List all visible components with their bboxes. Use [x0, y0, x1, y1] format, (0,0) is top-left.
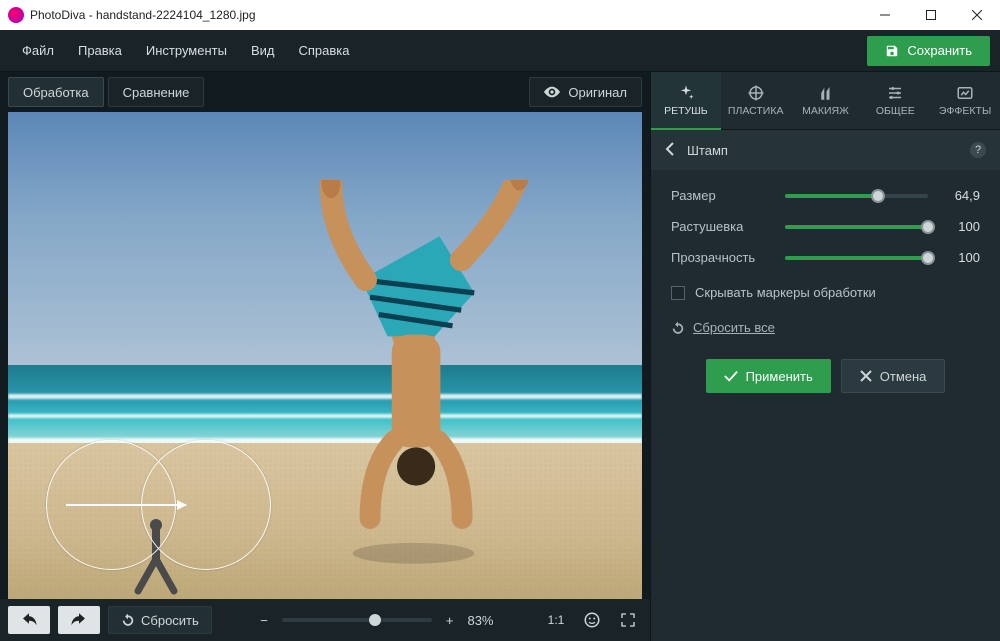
- minimize-button[interactable]: [862, 0, 908, 30]
- person-figure: [274, 180, 553, 579]
- tooltab-liquify-label: ПЛАСТИКА: [728, 105, 784, 117]
- tooltab-retouch[interactable]: РЕТУШЬ: [651, 72, 721, 130]
- tooltab-liquify[interactable]: ПЛАСТИКА: [721, 72, 791, 130]
- tooltab-retouch-label: РЕТУШЬ: [664, 105, 708, 117]
- undo-icon: [20, 613, 38, 627]
- menu-tools[interactable]: Инструменты: [134, 30, 239, 72]
- reset-all-link[interactable]: Сбросить все: [671, 320, 980, 335]
- original-label: Оригинал: [568, 85, 627, 100]
- title-bar: PhotoDiva - handstand-2224104_1280.jpg: [0, 0, 1000, 30]
- original-button[interactable]: Оригинал: [529, 77, 642, 107]
- save-label: Сохранить: [907, 43, 972, 58]
- canvas-viewport[interactable]: [8, 112, 642, 599]
- menu-file[interactable]: Файл: [10, 30, 66, 72]
- tab-compare[interactable]: Сравнение: [108, 77, 205, 107]
- fullscreen-button[interactable]: [614, 606, 642, 634]
- panel-title: Штамп: [687, 143, 728, 158]
- window-title: PhotoDiva - handstand-2224104_1280.jpg: [30, 8, 256, 22]
- effects-icon: [956, 84, 974, 102]
- redo-button[interactable]: [58, 606, 100, 634]
- menu-help[interactable]: Справка: [286, 30, 361, 72]
- apply-label: Применить: [746, 369, 813, 384]
- feather-slider[interactable]: [785, 225, 928, 229]
- fullscreen-icon: [620, 612, 636, 628]
- undo-button[interactable]: [8, 606, 50, 634]
- check-icon: [724, 370, 738, 382]
- opacity-label: Прозрачность: [671, 250, 773, 265]
- reset-label: Сбросить: [141, 613, 199, 628]
- feather-value: 100: [940, 219, 980, 234]
- panel-back-button[interactable]: [665, 142, 675, 159]
- menu-view[interactable]: Вид: [239, 30, 287, 72]
- apply-button[interactable]: Применить: [706, 359, 831, 393]
- zoom-slider[interactable]: [282, 618, 432, 622]
- save-button[interactable]: Сохранить: [867, 36, 990, 66]
- tab-process[interactable]: Обработка: [8, 77, 104, 107]
- feather-label: Растушевка: [671, 219, 773, 234]
- tooltab-makeup-label: МАКИЯЖ: [802, 105, 849, 117]
- cancel-label: Отмена: [880, 369, 927, 384]
- eye-icon: [544, 86, 560, 98]
- hide-markers-checkbox[interactable]: Скрывать маркеры обработки: [671, 285, 980, 300]
- reset-all-label: Сбросить все: [693, 320, 775, 335]
- zoom-in-button[interactable]: +: [446, 613, 454, 628]
- photo: [8, 112, 642, 599]
- menu-edit[interactable]: Правка: [66, 30, 134, 72]
- opacity-value: 100: [940, 250, 980, 265]
- bystander-figure: [128, 517, 184, 597]
- one-to-one-button[interactable]: 1:1: [542, 606, 570, 634]
- size-value: 64,9: [940, 188, 980, 203]
- app-logo-icon: [8, 7, 24, 23]
- reset-icon: [671, 321, 685, 335]
- close-icon: [860, 370, 872, 382]
- redo-icon: [70, 613, 88, 627]
- chevron-left-icon: [665, 142, 675, 156]
- face-icon: [583, 611, 601, 629]
- target-icon: [747, 84, 765, 102]
- tooltab-effects[interactable]: ЭФФЕКТЫ: [930, 72, 1000, 130]
- zoom-out-button[interactable]: −: [260, 613, 268, 628]
- face-detect-button[interactable]: [578, 606, 606, 634]
- size-label: Размер: [671, 188, 773, 203]
- tooltab-general-label: ОБЩЕЕ: [876, 105, 915, 117]
- cancel-button[interactable]: Отмена: [841, 359, 946, 393]
- close-button[interactable]: [954, 0, 1000, 30]
- opacity-slider[interactable]: [785, 256, 928, 260]
- tooltab-makeup[interactable]: МАКИЯЖ: [791, 72, 861, 130]
- reset-button[interactable]: Сбросить: [108, 606, 212, 634]
- sliders-icon: [886, 84, 904, 102]
- lipstick-icon: [816, 84, 834, 102]
- sparkle-icon: [677, 84, 695, 102]
- reset-icon: [121, 613, 135, 627]
- checkbox-icon: [671, 286, 685, 300]
- panel-help-button[interactable]: ?: [970, 142, 986, 158]
- maximize-button[interactable]: [908, 0, 954, 30]
- tooltab-general[interactable]: ОБЩЕЕ: [860, 72, 930, 130]
- save-icon: [885, 44, 899, 58]
- tooltab-effects-label: ЭФФЕКТЫ: [939, 105, 991, 117]
- zoom-value: 83%: [467, 613, 493, 628]
- size-slider[interactable]: [785, 194, 928, 198]
- hide-markers-label: Скрывать маркеры обработки: [695, 285, 876, 300]
- menu-bar: Файл Правка Инструменты Вид Справка Сохр…: [0, 30, 1000, 72]
